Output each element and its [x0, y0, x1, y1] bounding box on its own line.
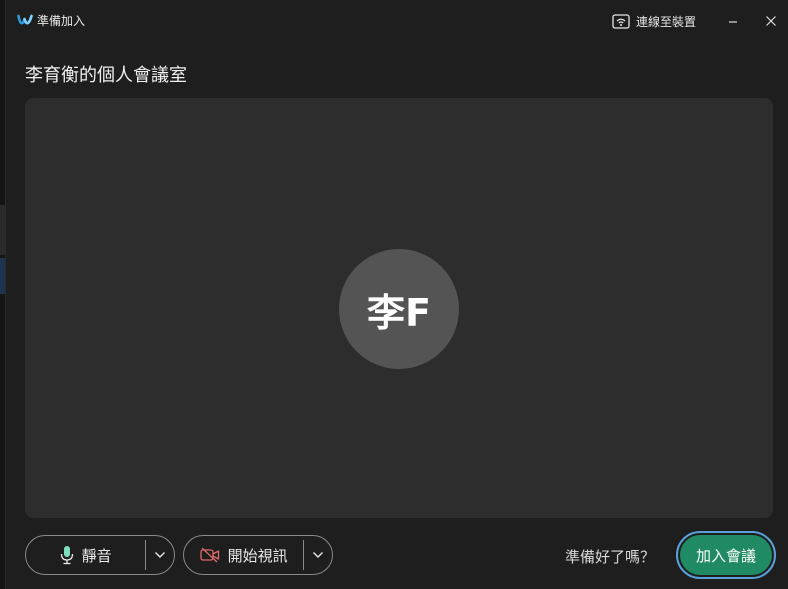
avatar: 李F [339, 249, 459, 369]
video-options-button[interactable] [304, 536, 332, 574]
video-control: 開始視訊 [183, 535, 333, 575]
ready-prompt: 準備好了嗎？ [565, 548, 656, 566]
audio-options-button[interactable] [146, 536, 174, 574]
title-bar: 準備加入 連線至裝置 [6, 0, 788, 40]
chevron-down-icon [155, 552, 166, 558]
connect-device-button[interactable]: 連線至裝置 [612, 11, 696, 31]
webex-logo-icon [17, 14, 33, 25]
close-button[interactable] [760, 10, 782, 32]
minimize-icon [729, 21, 737, 23]
meeting-room-title: 李育衡的個人會議室 [25, 65, 187, 86]
cast-device-icon [612, 13, 630, 29]
start-video-label: 開始視訊 [227, 546, 288, 565]
join-meeting-label: 加入會議 [680, 535, 772, 575]
mute-button[interactable]: 靜音 [26, 536, 145, 574]
mute-label: 靜音 [81, 546, 112, 565]
connect-device-label: 連線至裝置 [636, 14, 697, 29]
microphone-icon [60, 546, 73, 565]
video-preview: 李F [25, 98, 773, 518]
close-icon [766, 16, 776, 26]
minimize-button[interactable] [722, 10, 744, 32]
mute-control: 靜音 [25, 535, 175, 575]
window-title: 準備加入 [37, 14, 86, 28]
join-meeting-button[interactable]: 加入會議 [676, 531, 776, 579]
chevron-down-icon [313, 552, 324, 558]
start-video-button[interactable]: 開始視訊 [184, 536, 303, 574]
camera-off-icon [199, 547, 219, 563]
prejoin-window: 準備加入 連線至裝置 李育衡的個人會議室 李F 靜音 開始視訊 準備好了嗎？ 加… [5, 0, 788, 589]
